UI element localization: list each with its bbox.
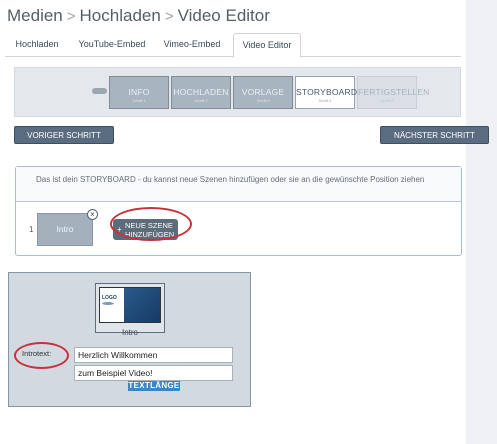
tab-youtube-embed[interactable]: YouTube-Embed — [73, 33, 151, 57]
tab-vimeo-embed[interactable]: Vimeo-Embed — [157, 33, 227, 57]
tab-hochladen[interactable]: Hochladen — [9, 33, 65, 57]
close-icon[interactable]: × — [87, 209, 98, 220]
step-label: FERTIGSTELLEN — [358, 87, 430, 97]
step-info[interactable]: INFO Schritt 1 — [109, 76, 169, 109]
storyboard-panel: Das ist dein STORYBOARD - du kannst neue… — [15, 166, 462, 256]
breadcrumb-medien[interactable]: Medien — [7, 6, 63, 26]
thumbnail-label: Intro — [121, 328, 138, 337]
step-label: HOCHLADEN — [173, 87, 229, 97]
breadcrumb: Medien > Hochladen > Video Editor — [7, 4, 270, 28]
step-hochladen[interactable]: HOCHLADEN Schritt 2 — [171, 76, 231, 109]
breadcrumb-video-editor: Video Editor — [177, 6, 270, 25]
introtext-line2-input[interactable] — [74, 365, 233, 381]
step-storyboard[interactable]: STORYBOARD Schritt 4 — [295, 76, 358, 109]
step-label: STORYBOARD — [296, 87, 358, 97]
introtext-line1-input[interactable] — [74, 347, 233, 363]
tab-bar: Hochladen YouTube-Embed Vimeo-Embed Vide… — [5, 33, 461, 58]
breadcrumb-separator: > — [164, 7, 174, 25]
template-preview-image: LOGO — [99, 287, 161, 323]
step-fertigstellen[interactable]: FERTIGSTELLEN Schritt 5 — [357, 76, 430, 109]
wizard-start-bar — [92, 88, 107, 94]
wizard-steps: INFO Schritt 1 HOCHLADEN Schritt 2 VORLA… — [14, 67, 461, 117]
highlight-ellipse — [110, 207, 192, 241]
template-thumbnail[interactable]: LOGO — [95, 283, 165, 333]
storyboard-info: Das ist dein STORYBOARD - du kannst neue… — [16, 167, 461, 202]
template-blue-area — [124, 288, 160, 322]
step-sublabel: Schritt 4 — [318, 99, 332, 103]
step-label: INFO — [128, 87, 150, 97]
scene-card-intro[interactable]: Intro — [37, 213, 93, 246]
step-sublabel: Schritt 5 — [380, 99, 394, 103]
step-vorlage[interactable]: VORLAGE Schritt 3 — [233, 76, 293, 109]
logo-swoosh — [102, 302, 114, 305]
step-sublabel: Schritt 3 — [256, 99, 270, 103]
step-sublabel: Schritt 1 — [132, 99, 146, 103]
breadcrumb-separator: > — [66, 7, 76, 25]
tab-video-editor[interactable]: Video Editor — [233, 33, 301, 58]
step-label: VORLAGE — [241, 87, 285, 97]
scene-editor-panel: LOGO Intro Introtext: TEXTLÄNGE — [8, 272, 251, 407]
logo-placeholder: LOGO — [102, 295, 117, 301]
previous-step-button[interactable]: VORIGER SCHRITT — [14, 126, 114, 144]
breadcrumb-hochladen[interactable]: Hochladen — [80, 6, 161, 26]
next-step-button[interactable]: NÄCHSTER SCHRITT — [380, 126, 489, 144]
right-gutter — [466, 0, 497, 444]
scene-number: 1 — [29, 225, 34, 234]
text-length-button[interactable]: TEXTLÄNGE — [128, 381, 180, 391]
highlight-ellipse — [14, 342, 69, 369]
step-sublabel: Schritt 2 — [194, 99, 208, 103]
